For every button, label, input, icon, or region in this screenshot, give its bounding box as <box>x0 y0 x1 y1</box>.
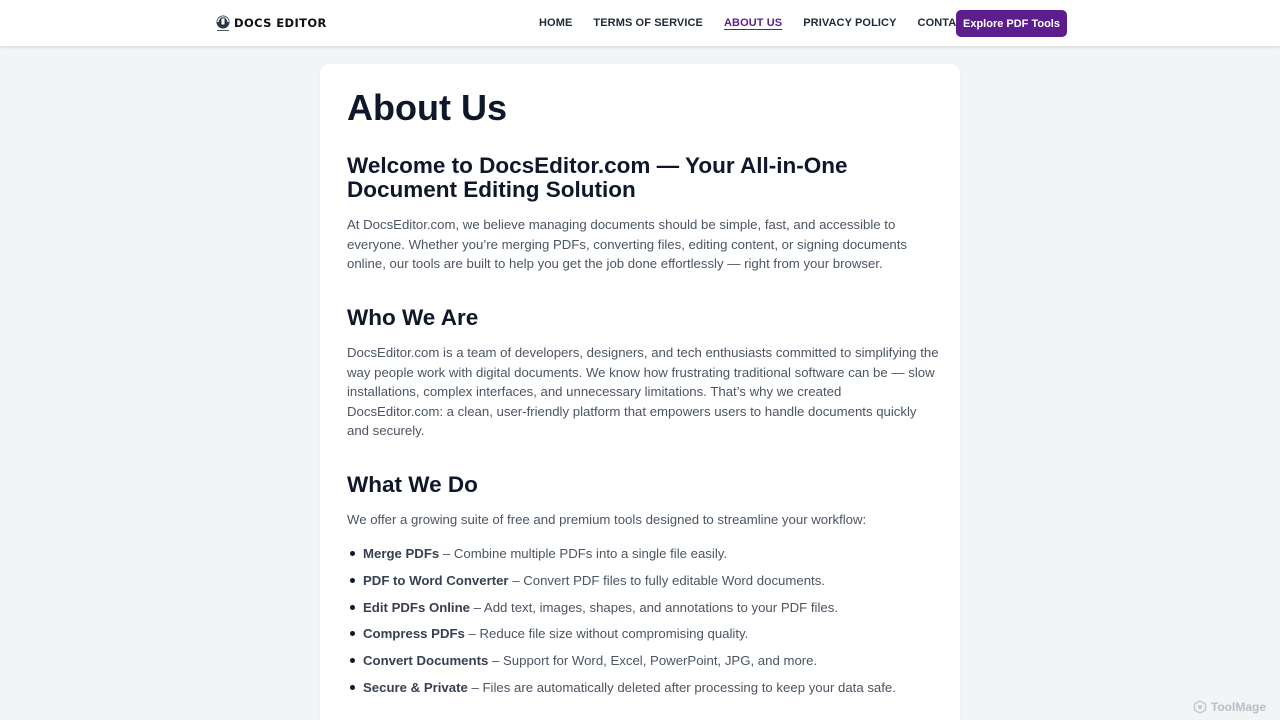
what-we-do-heading: What We Do <box>347 472 478 497</box>
feature-description: – Reduce file size without compromising … <box>464 626 749 642</box>
nav-home[interactable]: HOME <box>539 17 572 29</box>
feature-description: – Convert PDF files to fully editable Wo… <box>508 572 825 588</box>
feature-name: Convert Documents <box>363 653 489 669</box>
feature-name: Edit PDFs Online <box>363 599 470 615</box>
nav-about-us[interactable]: ABOUT US <box>724 17 782 29</box>
welcome-heading: Welcome to DocsEditor.com — Your All-in-… <box>347 153 848 202</box>
nav-privacy-policy[interactable]: PRIVACY POLICY <box>803 17 896 29</box>
feature-description: – Support for Word, Excel, PowerPoint, J… <box>488 653 818 669</box>
list-item: Secure & Private – Files are automatical… <box>347 678 939 705</box>
feature-name: Merge PDFs <box>363 546 440 561</box>
nav-terms-of-service[interactable]: TERMS OF SERVICE <box>593 17 703 29</box>
feature-description: – Add text, images, shapes, and annotati… <box>469 599 838 615</box>
who-we-are-paragraph: DocsEditor.com is a team of developers, … <box>347 345 939 439</box>
list-item: Edit PDFs Online – Add text, images, sha… <box>347 598 939 625</box>
who-we-are-heading: Who We Are <box>347 305 479 330</box>
toolmage-watermark: ToolMage <box>1193 700 1266 714</box>
feature-name: Secure & Private <box>363 679 468 695</box>
explore-pdf-tools-button[interactable]: Explore PDF Tools <box>956 10 1067 37</box>
feature-list: Merge PDFs – Combine multiple PDFs into … <box>347 544 939 705</box>
welcome-paragraph: At DocsEditor.com, we believe managing d… <box>347 217 908 272</box>
list-item: Convert Documents – Support for Word, Ex… <box>347 651 939 678</box>
main-nav: HOME TERMS OF SERVICE ABOUT US PRIVACY P… <box>539 0 1011 46</box>
feature-description: – Combine multiple PDFs into a single fi… <box>439 546 728 561</box>
logo-icon <box>216 15 230 31</box>
about-card: About Us Welcome to DocsEditor.com — You… <box>320 64 960 720</box>
site-header: DOCS EDITOR HOME TERMS OF SERVICE ABOUT … <box>0 0 1280 46</box>
site-logo[interactable]: DOCS EDITOR <box>215 13 327 33</box>
list-item: Compress PDFs – Reduce file size without… <box>347 624 939 651</box>
feature-name: PDF to Word Converter <box>363 572 509 588</box>
list-item: Merge PDFs – Combine multiple PDFs into … <box>347 544 939 571</box>
watermark-text: ToolMage <box>1210 700 1266 714</box>
feature-name: Compress PDFs <box>363 626 465 642</box>
toolmage-logo-icon <box>1193 700 1207 714</box>
logo-text: DOCS EDITOR <box>234 16 327 30</box>
page-title: About Us <box>347 87 507 128</box>
list-item: PDF to Word Converter – Convert PDF file… <box>347 571 939 598</box>
feature-description: – Files are automatically deleted after … <box>467 679 896 695</box>
what-we-do-intro: We offer a growing suite of free and pre… <box>347 512 867 527</box>
